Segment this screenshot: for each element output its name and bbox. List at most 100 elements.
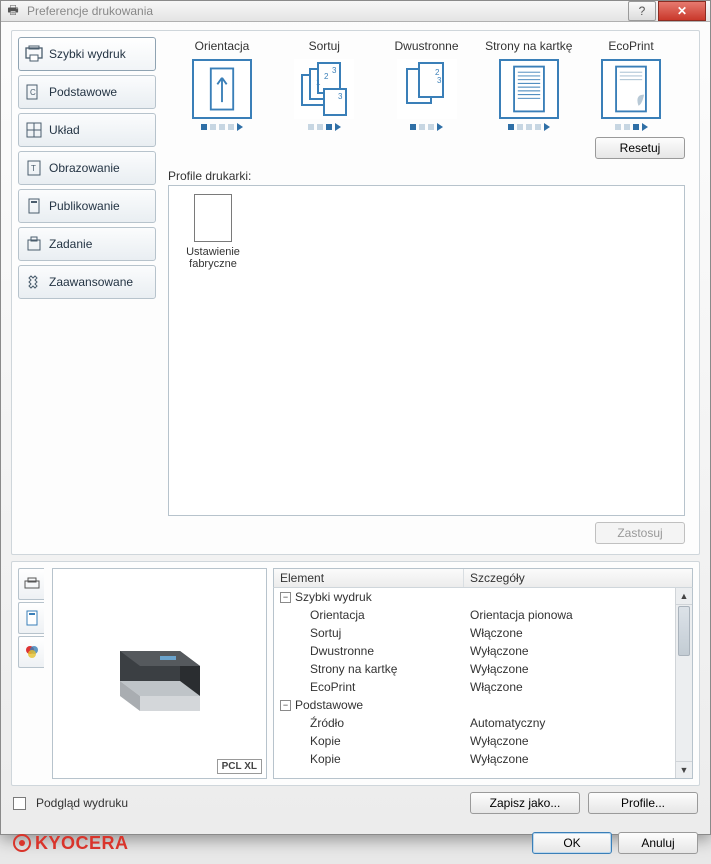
- option-label: Dwustronne: [379, 39, 475, 53]
- save-as-button[interactable]: Zapisz jako...: [470, 792, 580, 814]
- option-ticks: [276, 123, 372, 131]
- item-value: Włączone: [464, 624, 692, 642]
- svg-text:C: C: [30, 88, 36, 97]
- item-value: Wyłączone: [464, 732, 692, 750]
- print-preview-checkbox[interactable]: [13, 797, 26, 810]
- tab-publishing[interactable]: Publikowanie: [18, 189, 156, 223]
- help-button[interactable]: ?: [628, 1, 656, 21]
- item-label: Sortuj: [274, 624, 464, 642]
- tab-layout[interactable]: Układ: [18, 113, 156, 147]
- sidebar-item-label: Publikowanie: [49, 199, 120, 213]
- brand-name: KYOCERA: [35, 833, 129, 854]
- preview-tabs: [18, 568, 46, 779]
- quick-options-row: Orientacja Sortuj: [168, 39, 685, 131]
- tree-item[interactable]: Orientacja Orientacja pionowa: [274, 606, 692, 624]
- option-label: Strony na kartkę: [481, 39, 577, 53]
- tree-item[interactable]: Źródło Automatyczny: [274, 714, 692, 732]
- svg-text:1: 1: [316, 78, 321, 87]
- scrollbar[interactable]: ▲ ▼: [675, 588, 692, 778]
- profile-name: Ustawienie fabryczne: [177, 246, 249, 270]
- brand: KYOCERA: [13, 833, 129, 854]
- sidebar-item-label: Podstawowe: [49, 85, 117, 99]
- svg-text:3: 3: [332, 66, 337, 75]
- scroll-up-icon[interactable]: ▲: [676, 588, 692, 605]
- option-pages-per-sheet[interactable]: Strony na kartkę: [481, 39, 577, 131]
- option-duplex[interactable]: Dwustronne 2 3: [379, 39, 475, 131]
- tree-item[interactable]: Strony na kartkę Wyłączone: [274, 660, 692, 678]
- sidebar-item-label: Zaawansowane: [49, 275, 133, 289]
- profiles-box: Ustawienie fabryczne: [168, 185, 685, 516]
- svg-text:3: 3: [437, 76, 442, 85]
- preview-tab-printer[interactable]: [18, 568, 44, 600]
- sidebar-item-label: Szybki wydruk: [49, 47, 126, 61]
- apply-button: Zastosuj: [595, 522, 685, 544]
- tab-basic[interactable]: C Podstawowe: [18, 75, 156, 109]
- option-ticks: [379, 123, 475, 131]
- advanced-icon: [25, 273, 43, 291]
- reset-button[interactable]: Resetuj: [595, 137, 685, 159]
- column-element[interactable]: Element: [274, 569, 464, 587]
- option-ticks: [481, 123, 577, 131]
- option-ticks: [583, 123, 679, 131]
- printer-image: [100, 626, 220, 721]
- printer-icon: 🖶: [5, 3, 21, 19]
- sidebar-item-label: Układ: [49, 123, 80, 137]
- item-label: Kopie: [274, 732, 464, 750]
- scroll-thumb[interactable]: [678, 606, 690, 656]
- ok-button[interactable]: OK: [532, 832, 612, 854]
- scroll-down-icon[interactable]: ▼: [676, 761, 692, 778]
- preview-pane: PCL XL: [52, 568, 267, 779]
- tree-item[interactable]: EcoPrint Włączone: [274, 678, 692, 696]
- item-value: Włączone: [464, 678, 692, 696]
- titlebar: 🖶 Preferencje drukowania ? ✕: [1, 1, 710, 22]
- item-label: Dwustronne: [274, 642, 464, 660]
- group-label: Szybki wydruk: [295, 590, 372, 604]
- preview-tab-color[interactable]: [18, 636, 44, 668]
- lower-panel: PCL XL Element Szczegóły ▲ ▼ −Szybki wyd…: [11, 561, 700, 786]
- tree-group[interactable]: −Szybki wydruk: [274, 588, 692, 606]
- collapse-icon[interactable]: −: [280, 592, 291, 603]
- brand-icon: [13, 834, 31, 852]
- sidebar-item-label: Obrazowanie: [49, 161, 120, 175]
- orientation-icon: [192, 59, 252, 119]
- collapse-icon[interactable]: −: [280, 700, 291, 711]
- profiles-label: Profile drukarki:: [168, 169, 685, 183]
- collate-icon: 3 2 1 3: [294, 59, 354, 119]
- tree-item[interactable]: Kopie Wyłączone: [274, 732, 692, 750]
- tree-item[interactable]: Sortuj Włączone: [274, 624, 692, 642]
- sidebar: Szybki wydruk C Podstawowe Układ T: [16, 35, 158, 550]
- publishing-icon: [25, 197, 43, 215]
- duplex-icon: 2 3: [397, 59, 457, 119]
- tab-imaging[interactable]: T Obrazowanie: [18, 151, 156, 185]
- tab-advanced[interactable]: Zaawansowane: [18, 265, 156, 299]
- tree-item[interactable]: Kopie Wyłączone: [274, 750, 692, 768]
- svg-text:2: 2: [324, 72, 329, 81]
- preview-tab-page[interactable]: [18, 602, 44, 634]
- option-label: Orientacja: [174, 39, 270, 53]
- option-collate[interactable]: Sortuj 3 2 1 3: [276, 39, 372, 131]
- profile-thumb-icon: [194, 194, 232, 242]
- footer: KYOCERA OK Anuluj: [1, 824, 710, 864]
- item-value: Wyłączone: [464, 660, 692, 678]
- profile-item-factory[interactable]: Ustawienie fabryczne: [177, 194, 249, 270]
- job-icon: [25, 235, 43, 253]
- upper-panel: Szybki wydruk C Podstawowe Układ T: [11, 30, 700, 555]
- option-label: EcoPrint: [583, 39, 679, 53]
- item-value: Automatyczny: [464, 714, 692, 732]
- tree-item[interactable]: Dwustronne Wyłączone: [274, 642, 692, 660]
- imaging-icon: T: [25, 159, 43, 177]
- tree-group[interactable]: −Podstawowe: [274, 696, 692, 714]
- column-details[interactable]: Szczegóły: [464, 569, 692, 587]
- details-body: ▲ ▼ −Szybki wydruk Orientacja Orientacja…: [273, 588, 693, 779]
- option-ecoprint[interactable]: EcoPrint: [583, 39, 679, 131]
- cancel-button[interactable]: Anuluj: [618, 832, 698, 854]
- close-button[interactable]: ✕: [658, 1, 706, 21]
- tab-job[interactable]: Zadanie: [18, 227, 156, 261]
- tab-quick-print[interactable]: Szybki wydruk: [18, 37, 156, 71]
- svg-text:3: 3: [338, 92, 343, 101]
- profiles-button[interactable]: Profile...: [588, 792, 698, 814]
- details-header: Element Szczegóły: [273, 568, 693, 588]
- print-preferences-window: 🖶 Preferencje drukowania ? ✕ Szybki wydr…: [0, 0, 711, 835]
- option-orientation[interactable]: Orientacja: [174, 39, 270, 131]
- main-panel: Orientacja Sortuj: [158, 35, 695, 550]
